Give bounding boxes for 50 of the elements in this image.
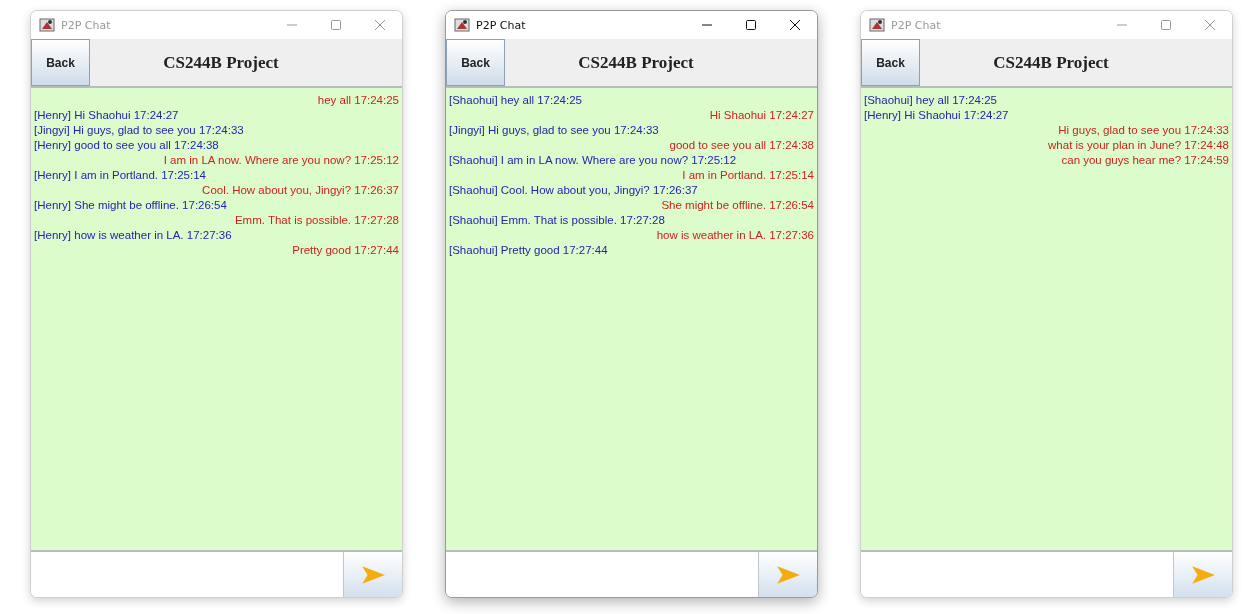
chat-message: [Henry] how is weather in LA. 17:27:36 — [34, 228, 233, 243]
chat-message: [Shaohui] Emm. That is possible. 17:27:28 — [449, 213, 666, 228]
chat-heading: CS244B Project — [577, 51, 695, 74]
window-title: P2P Chat — [476, 18, 526, 32]
message-field[interactable] — [31, 552, 344, 597]
app-icon — [869, 17, 885, 33]
send-button[interactable] — [344, 552, 402, 597]
message-field[interactable] — [861, 552, 1174, 597]
app-icon — [39, 17, 55, 33]
chat-heading: CS244B Project — [992, 51, 1110, 74]
back-button[interactable]: Back — [861, 39, 920, 86]
chat-message: [Henry] Hi Shaohui 17:24:27 — [864, 108, 1010, 123]
chat-message: [Jingyi] Hi guys, glad to see you 17:24:33 — [34, 123, 245, 138]
window-title: P2P Chat — [61, 18, 111, 32]
chat-message: [Shaohui] Cool. How about you, Jingyi? 17:26:37 — [449, 183, 699, 198]
maximize-icon[interactable] — [745, 19, 757, 31]
chat-message: Emm. That is possible. 17:27:28 — [233, 213, 399, 228]
chat-message: how is weather in LA. 17:27:36 — [655, 228, 814, 243]
chat-message: good to see you all 17:24:38 — [668, 138, 814, 153]
close-icon[interactable] — [789, 19, 801, 31]
chat-heading: CS244B Project — [162, 51, 280, 74]
chat-message: [Shaohui] hey all 17:24:25 — [449, 93, 583, 108]
arrow-icon — [1190, 563, 1216, 586]
chat-message: [Henry] Hi Shaohui 17:24:27 — [34, 108, 180, 123]
chat-message: Hi Shaohui 17:24:27 — [708, 108, 814, 123]
message-field[interactable] — [446, 552, 759, 597]
chat-message: [Shaohui] I am in LA now. Where are you now? 17:25:12 — [449, 153, 738, 168]
arrow-icon — [775, 563, 801, 586]
chat-message: can you guys hear me? 17:24:59 — [1060, 153, 1229, 168]
chat-message: [Henry] She might be offline. 17:26:54 — [34, 198, 228, 213]
chat-message: Pretty good 17:27:44 — [291, 243, 399, 258]
chat-message: I am in LA now. Where are you now? 17:25:12 — [162, 153, 399, 168]
chat-message: Hi guys, glad to see you 17:24:33 — [1057, 123, 1229, 138]
chat-message: [Henry] I am in Portland. 17:25:14 — [34, 168, 207, 183]
chat-message: [Shaohui] hey all 17:24:25 — [864, 93, 998, 108]
window-title: P2P Chat — [891, 18, 941, 32]
app-icon — [454, 17, 470, 33]
chat-message: She might be offline. 17:26:54 — [660, 198, 814, 213]
chat-message: [Shaohui] Pretty good 17:27:44 — [449, 243, 609, 258]
back-button[interactable]: Back — [446, 39, 505, 86]
chat-message: what is your plan in June? 17:24:48 — [1047, 138, 1229, 153]
chat-message: Cool. How about you, Jingyi? 17:26:37 — [201, 183, 399, 198]
chat-message: [Jingyi] Hi guys, glad to see you 17:24:33 — [449, 123, 660, 138]
send-button[interactable] — [1174, 552, 1232, 597]
arrow-icon — [360, 563, 386, 586]
chat-message: I am in Portland. 17:25:14 — [681, 168, 814, 183]
send-button[interactable] — [759, 552, 817, 597]
chat-message: [Henry] good to see you all 17:24:38 — [34, 138, 220, 153]
back-button[interactable]: Back — [31, 39, 90, 86]
chat-message: hey all 17:24:25 — [316, 93, 399, 108]
